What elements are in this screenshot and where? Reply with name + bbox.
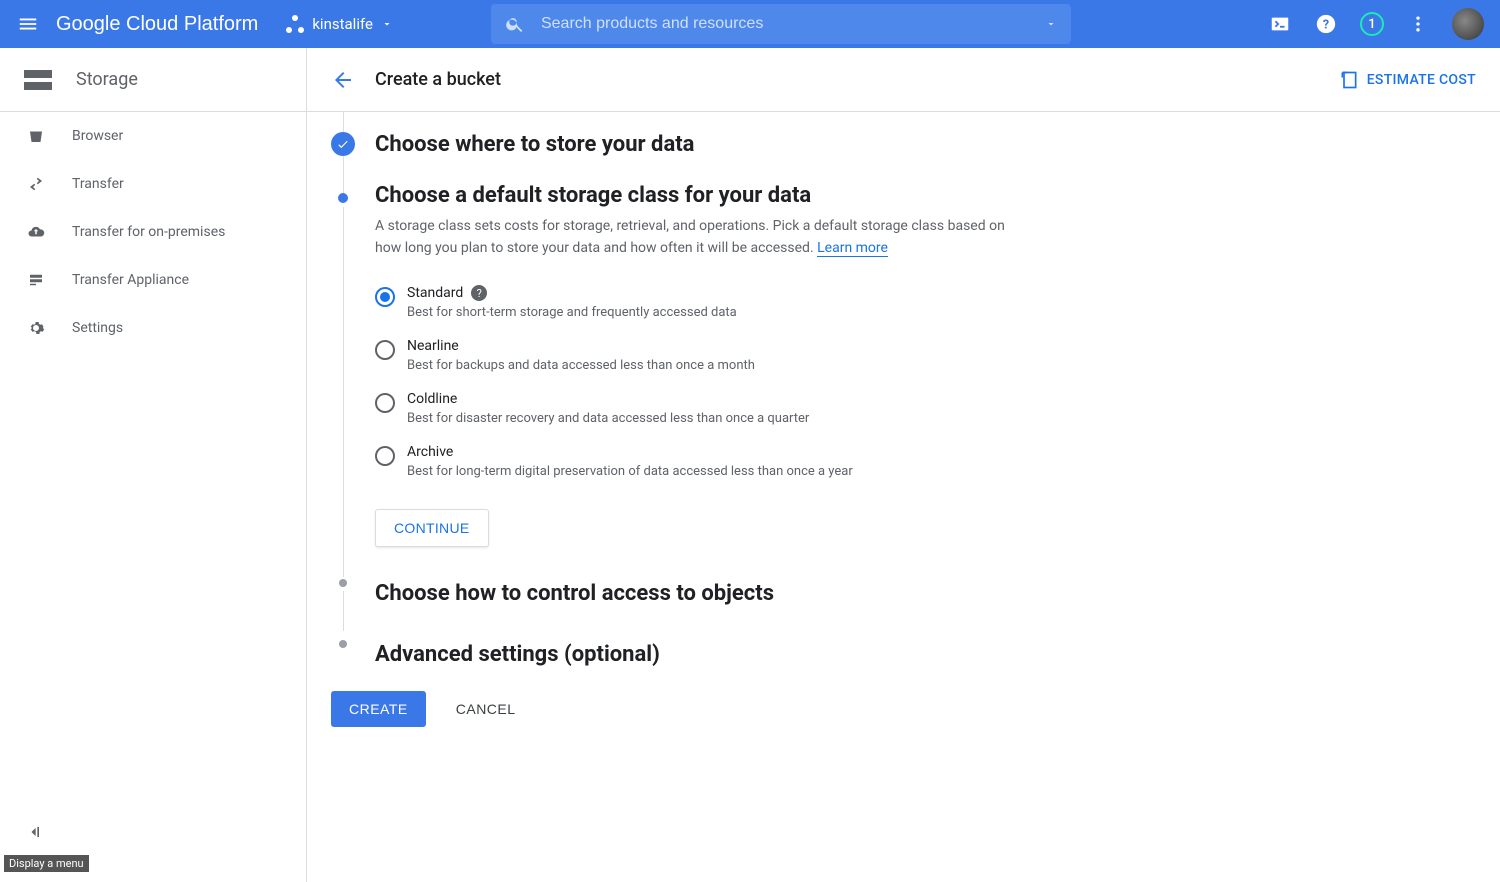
sidebar-item-browser[interactable]: Browser xyxy=(0,112,306,160)
step-description: A storage class sets costs for storage, … xyxy=(375,216,1031,259)
page-header: Create a bucket ESTIMATE COST xyxy=(307,48,1500,112)
project-picker[interactable]: kinstalife xyxy=(286,15,393,33)
learn-more-link[interactable]: Learn more xyxy=(817,240,888,257)
option-label: Nearline xyxy=(407,338,459,354)
tooltip: Display a menu xyxy=(4,855,89,872)
option-archive[interactable]: Archive Best for long-term digital prese… xyxy=(375,438,1031,491)
sidebar-item-label: Transfer Appliance xyxy=(72,272,189,288)
option-sublabel: Best for long-term digital preservation … xyxy=(407,464,853,479)
menu-icon[interactable] xyxy=(16,12,40,36)
create-button[interactable]: CREATE xyxy=(331,691,426,727)
radio-icon xyxy=(375,393,395,413)
radio-icon xyxy=(375,340,395,360)
sidebar-item-transfer[interactable]: Transfer xyxy=(0,160,306,208)
search-icon xyxy=(505,14,525,34)
transfer-icon xyxy=(24,172,48,196)
option-label: Coldline xyxy=(407,391,457,407)
active-marker xyxy=(338,193,348,203)
step-location[interactable]: Choose where to store your data xyxy=(331,132,1031,183)
chevron-down-icon[interactable] xyxy=(1045,18,1057,30)
wizard: Choose where to store your data Choose a… xyxy=(331,112,1031,727)
option-coldline[interactable]: Coldline Best for disaster recovery and … xyxy=(375,385,1031,438)
appliance-icon xyxy=(24,268,48,292)
header-actions: ? 1 xyxy=(1268,8,1484,40)
project-name: kinstalife xyxy=(312,15,373,33)
sidebar-item-label: Transfer for on-premises xyxy=(72,224,225,240)
sidebar-item-transfer-onprem[interactable]: Transfer for on-premises xyxy=(0,208,306,256)
sidebar-item-label: Browser xyxy=(72,128,123,144)
collapse-sidebar-icon[interactable] xyxy=(24,822,44,842)
avatar[interactable] xyxy=(1452,8,1484,40)
radio-icon xyxy=(375,287,395,307)
chevron-down-icon xyxy=(381,18,393,30)
cloud-shell-icon[interactable] xyxy=(1268,12,1292,36)
project-icon xyxy=(286,15,304,33)
option-standard[interactable]: Standard? Best for short-term storage an… xyxy=(375,279,1031,332)
step-title: Advanced settings (optional) xyxy=(375,642,1031,667)
sidebar: Storage Browser Transfer Transfer for on… xyxy=(0,48,307,882)
back-arrow-icon[interactable] xyxy=(331,68,355,92)
pending-marker xyxy=(339,640,347,648)
estimate-icon xyxy=(1339,70,1359,90)
help-icon[interactable]: ? xyxy=(471,285,487,301)
step-name xyxy=(331,112,1031,132)
cloud-upload-icon xyxy=(24,220,48,244)
pending-marker xyxy=(339,579,347,587)
step-storage-class: Choose a default storage class for your … xyxy=(331,183,1031,567)
form-actions: CREATE CANCEL xyxy=(331,691,1031,727)
bucket-icon xyxy=(24,124,48,148)
sidebar-item-label: Settings xyxy=(72,320,123,336)
sidebar-title-label: Storage xyxy=(76,69,138,90)
sidebar-item-settings[interactable]: Settings xyxy=(0,304,306,352)
storage-class-options: Standard? Best for short-term storage an… xyxy=(375,279,1031,491)
option-sublabel: Best for disaster recovery and data acce… xyxy=(407,411,809,426)
step-title: Choose a default storage class for your … xyxy=(375,183,1031,208)
more-menu-icon[interactable] xyxy=(1406,12,1430,36)
estimate-label: ESTIMATE COST xyxy=(1367,72,1476,88)
option-nearline[interactable]: Nearline Best for backups and data acces… xyxy=(375,332,1031,385)
svg-text:?: ? xyxy=(1323,18,1329,33)
storage-icon xyxy=(24,70,52,90)
cancel-button[interactable]: CANCEL xyxy=(456,701,516,717)
sidebar-item-label: Transfer xyxy=(72,176,124,192)
step-access[interactable]: Choose how to control access to objects xyxy=(331,567,1031,628)
estimate-cost-button[interactable]: ESTIMATE COST xyxy=(1339,70,1476,90)
step-advanced[interactable]: Advanced settings (optional) xyxy=(331,628,1031,667)
option-label: Archive xyxy=(407,444,453,460)
content: Choose where to store your data Choose a… xyxy=(307,112,1500,882)
search-input[interactable] xyxy=(541,15,1029,33)
radio-icon xyxy=(375,446,395,466)
step-title: Choose how to control access to objects xyxy=(375,581,1031,606)
step-title: Choose where to store your data xyxy=(375,132,1031,157)
option-sublabel: Best for short-term storage and frequent… xyxy=(407,305,737,320)
help-icon[interactable]: ? xyxy=(1314,12,1338,36)
free-trial-badge[interactable]: 1 xyxy=(1360,12,1384,36)
gcp-header: Google Cloud Platform kinstalife ? 1 xyxy=(0,0,1500,48)
search-box[interactable] xyxy=(491,4,1071,44)
page-title: Create a bucket xyxy=(375,69,501,90)
gear-icon xyxy=(24,316,48,340)
option-sublabel: Best for backups and data accessed less … xyxy=(407,358,755,373)
sidebar-title: Storage xyxy=(0,48,306,112)
gcp-logo[interactable]: Google Cloud Platform xyxy=(56,13,258,36)
option-label: Standard xyxy=(407,285,463,301)
sidebar-item-appliance[interactable]: Transfer Appliance xyxy=(0,256,306,304)
checkmark-icon xyxy=(331,132,355,156)
continue-button[interactable]: CONTINUE xyxy=(375,509,489,547)
